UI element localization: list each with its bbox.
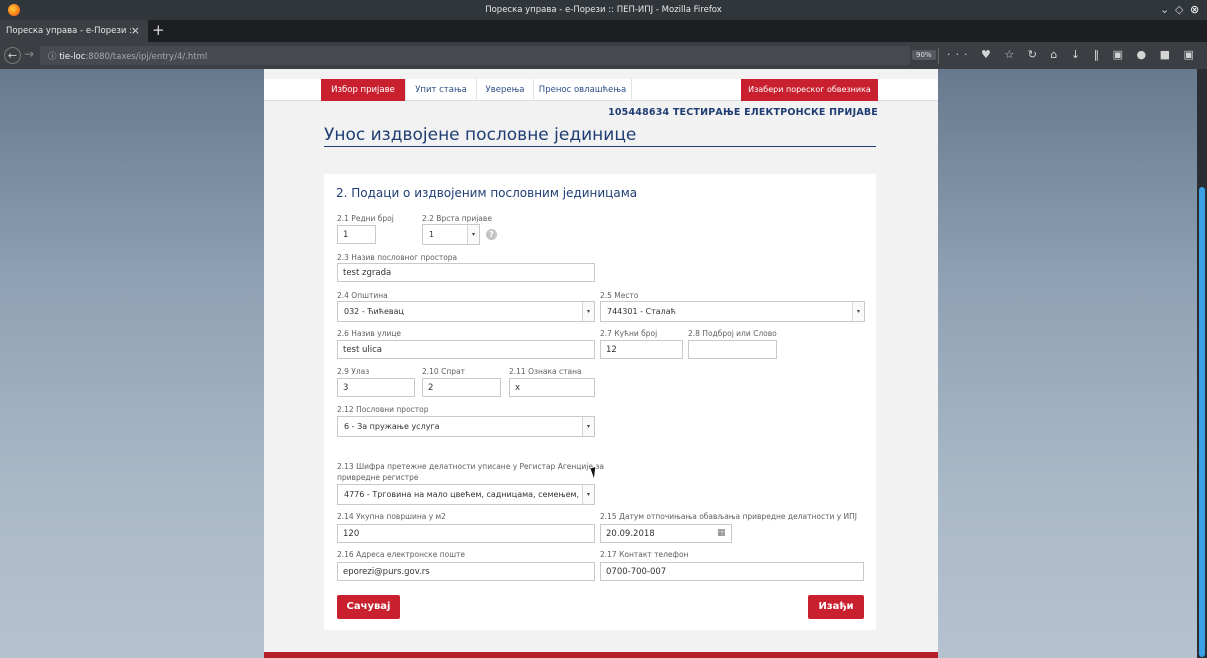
- toolbar-separator: [938, 48, 939, 64]
- window-title: Пореска управа - е-Порези :: ПЕП-ИПЈ - M…: [485, 5, 722, 15]
- label-apartment: 2.11 Ознака стана: [509, 367, 582, 376]
- scrollbar-thumb[interactable]: [1199, 187, 1205, 657]
- label-place: 2.5 Место: [600, 291, 639, 300]
- chevron-down-icon: ▾: [582, 417, 594, 436]
- minimize-icon[interactable]: ⌄: [1160, 3, 1169, 16]
- close-tab-icon[interactable]: ×: [131, 24, 140, 37]
- label-return-type: 2.2 Врста пријаве: [422, 214, 492, 223]
- return-type-value: 1: [429, 230, 435, 239]
- house-number-input[interactable]: 12: [600, 340, 683, 359]
- chevron-down-icon: ▾: [852, 302, 864, 321]
- start-date-input[interactable]: 20.09.2018: [600, 524, 732, 543]
- label-entrance: 2.9 Улаз: [337, 367, 370, 376]
- taxpayer-header: 105448634 ТЕСТИРАЊЕ ЕЛЕКТРОНСКЕ ПРИЈАВЕ: [608, 107, 878, 118]
- close-window-icon[interactable]: ⊗: [1190, 3, 1199, 16]
- help-icon[interactable]: ?: [486, 229, 497, 240]
- floor-input[interactable]: 2: [422, 378, 501, 397]
- municipality-value: 032 - Ћићевац: [344, 307, 404, 316]
- label-email: 2.16 Адреса електронске поште: [337, 550, 466, 559]
- nav-item-choose-return[interactable]: Избор пријаве: [321, 79, 406, 101]
- phone-input[interactable]: 0700-700-007: [600, 562, 864, 581]
- save-button[interactable]: Сачувај: [337, 595, 400, 619]
- label-activity-code-line1: 2.13 Шифра претежне делатности уписане у…: [337, 462, 604, 471]
- page-title: Унос издвојене пословне јединице: [324, 125, 876, 147]
- page-footer-bar: [264, 652, 938, 658]
- url-host: tie-loc: [59, 52, 86, 62]
- zoom-indicator[interactable]: 90%: [912, 50, 936, 60]
- page-scrollbar[interactable]: [1197, 69, 1207, 658]
- browser-tab[interactable]: Пореска управа - е-Порези :: ×: [0, 20, 148, 42]
- chevron-down-icon: ▾: [582, 302, 594, 321]
- window-titlebar: Пореска управа - е-Порези :: ПЕП-ИПЈ - M…: [0, 0, 1207, 20]
- label-business-premises: 2.12 Пословни простор: [337, 405, 429, 414]
- maximize-icon[interactable]: ◇: [1175, 3, 1183, 16]
- street-name-input[interactable]: test ulica: [337, 340, 595, 359]
- toolbar-icons[interactable]: ··· ♥ ☆ ↻ ⌂ ↓ ‖ ▣ ● ■ ▣ ▶ ☰: [947, 48, 1207, 61]
- business-premises-value: 6 - За пружање услуга: [344, 422, 440, 431]
- activity-code-value: 4776 - Трговина на мало цвећем, садницам…: [344, 490, 595, 499]
- page-container: Избор пријаве Упит стања Уверења Пренос …: [264, 69, 938, 658]
- place-value: 744301 - Сталаћ: [607, 307, 676, 316]
- info-icon[interactable]: ⓘ: [48, 52, 59, 62]
- apartment-input[interactable]: x: [509, 378, 595, 397]
- calendar-icon[interactable]: ▦: [717, 528, 726, 538]
- label-floor: 2.10 Спрат: [422, 367, 465, 376]
- nav-item-balance-inquiry[interactable]: Упит стања: [406, 79, 477, 101]
- nav-item-authority-transfer[interactable]: Пренос овлашћења: [534, 79, 632, 101]
- label-phone: 2.17 Контакт телефон: [600, 550, 689, 559]
- page-viewport: Избор пријаве Упит стања Уверења Пренос …: [0, 69, 1197, 658]
- nav-item-certificates[interactable]: Уверења: [477, 79, 534, 101]
- business-premises-select[interactable]: 6 - За пружање услуга ▾: [337, 416, 595, 437]
- exit-button[interactable]: Изађи: [808, 595, 864, 619]
- label-serial-number: 2.1 Редни број: [337, 214, 394, 223]
- label-municipality: 2.4 Општина: [337, 291, 388, 300]
- sub-number-input[interactable]: [688, 340, 777, 359]
- place-select[interactable]: 744301 - Сталаћ ▾: [600, 301, 865, 322]
- chevron-down-icon: ▾: [582, 485, 594, 504]
- back-button[interactable]: ←: [4, 47, 21, 64]
- label-business-space-name: 2.3 Назив пословног простора: [337, 253, 458, 262]
- label-sub-number: 2.8 Подброј или Слово: [688, 329, 777, 338]
- label-house-number: 2.7 Кућни број: [600, 329, 658, 338]
- entrance-input[interactable]: 3: [337, 378, 415, 397]
- site-nav: Избор пријаве Упит стања Уверења Пренос …: [264, 79, 938, 101]
- new-tab-button[interactable]: +: [152, 21, 165, 39]
- tab-title: Пореска управа - е-Порези ::: [6, 26, 135, 36]
- label-start-date: 2.15 Датум отпочињања обављања привредне…: [600, 512, 858, 521]
- label-activity-code-line2: привредне регистре: [337, 473, 419, 482]
- chevron-down-icon: ▾: [467, 225, 479, 244]
- url-bar[interactable]: ⓘ tie-loc:8080/taxes/ipj/entry/4/.html: [40, 46, 910, 65]
- municipality-select[interactable]: 032 - Ћићевац ▾: [337, 301, 595, 322]
- start-date-value: 20.09.2018: [606, 529, 655, 539]
- serial-number-input[interactable]: 1: [337, 225, 376, 244]
- label-total-area: 2.14 Укупна површина у м2: [337, 512, 446, 521]
- choose-taxpayer-button[interactable]: Изабери пореског обвезника: [741, 79, 878, 101]
- business-space-name-input[interactable]: test zgrada: [337, 263, 595, 282]
- navigation-toolbar: ← → ⓘ tie-loc:8080/taxes/ipj/entry/4/.ht…: [0, 42, 1207, 69]
- total-area-input[interactable]: 120: [337, 524, 595, 543]
- activity-code-select[interactable]: 4776 - Трговина на мало цвећем, садницам…: [337, 484, 595, 505]
- tab-strip: Пореска управа - е-Порези :: × +: [0, 20, 1207, 42]
- url-path: :8080/taxes/ipj/entry/4/.html: [85, 52, 208, 62]
- section-title: 2. Подаци о издвојеним пословним јединиц…: [336, 186, 638, 200]
- form-card: 2. Подаци о издвојеним пословним јединиц…: [324, 174, 876, 630]
- label-street-name: 2.6 Назив улице: [337, 329, 402, 338]
- email-input[interactable]: eporezi@purs.gov.rs: [337, 562, 595, 581]
- return-type-select[interactable]: 1 ▾: [422, 224, 480, 245]
- forward-button[interactable]: →: [24, 47, 34, 61]
